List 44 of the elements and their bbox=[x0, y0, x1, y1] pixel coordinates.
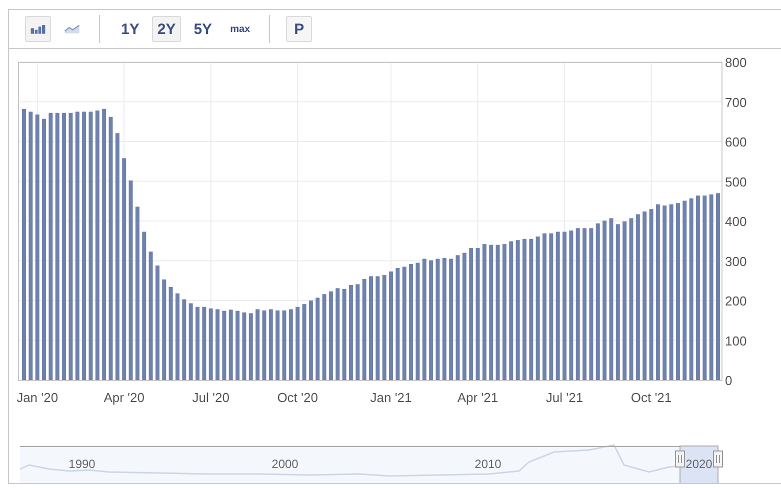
chart-bar bbox=[256, 309, 260, 380]
axis-label: 200 bbox=[725, 294, 747, 308]
axis-label: 0 bbox=[725, 373, 732, 388]
axis-label: 100 bbox=[725, 333, 747, 348]
chart-bar bbox=[262, 310, 266, 380]
chart-bar bbox=[228, 310, 233, 380]
navigator-handle[interactable] bbox=[713, 450, 723, 468]
navigator-year-label: 2010 bbox=[474, 457, 502, 471]
axis-label: 800 bbox=[725, 55, 747, 70]
range-button[interactable]: 5Y bbox=[188, 16, 218, 42]
chart-bar bbox=[248, 313, 253, 380]
axis-label: 400 bbox=[725, 214, 747, 229]
chart-bar bbox=[222, 310, 226, 380]
axis-label: Jul '20 bbox=[192, 390, 230, 405]
navigator-handle[interactable] bbox=[675, 450, 685, 468]
range-button[interactable]: 1Y bbox=[116, 16, 144, 42]
chart-bar bbox=[282, 310, 286, 380]
chart-bar bbox=[242, 312, 246, 380]
chart-bar bbox=[268, 309, 273, 380]
range-button[interactable]: max bbox=[225, 16, 256, 42]
chart-bar bbox=[208, 308, 213, 380]
navigator-year-label: 2000 bbox=[272, 457, 298, 471]
axis-label: Apr '20 bbox=[104, 390, 144, 405]
axis-label: Jul '21 bbox=[546, 390, 584, 405]
area-chart-icon bbox=[64, 22, 80, 36]
navigator-year-label: 1990 bbox=[68, 457, 96, 471]
chart-bar bbox=[288, 309, 293, 380]
range-button[interactable]: 2Y bbox=[152, 16, 181, 42]
chart-bar bbox=[236, 310, 240, 380]
axis-label: Jan '21 bbox=[370, 390, 412, 405]
p-button[interactable]: P bbox=[286, 16, 312, 42]
axis-label: 600 bbox=[725, 134, 747, 150]
chart-bar bbox=[216, 309, 220, 380]
axis-label: Oct '21 bbox=[630, 390, 672, 405]
navigator-year-label: 2020 bbox=[686, 457, 712, 471]
axis-label: 500 bbox=[725, 174, 747, 190]
axis-label: 700 bbox=[725, 94, 747, 110]
axis-label: Jan '20 bbox=[16, 390, 58, 405]
axis-label: Oct '20 bbox=[277, 390, 318, 405]
chart-bar bbox=[276, 310, 280, 380]
axis-label: 300 bbox=[725, 254, 747, 269]
bar-chart-button[interactable] bbox=[25, 16, 51, 42]
axis-label: Apr '21 bbox=[457, 390, 498, 405]
bar-chart-icon bbox=[30, 23, 46, 35]
